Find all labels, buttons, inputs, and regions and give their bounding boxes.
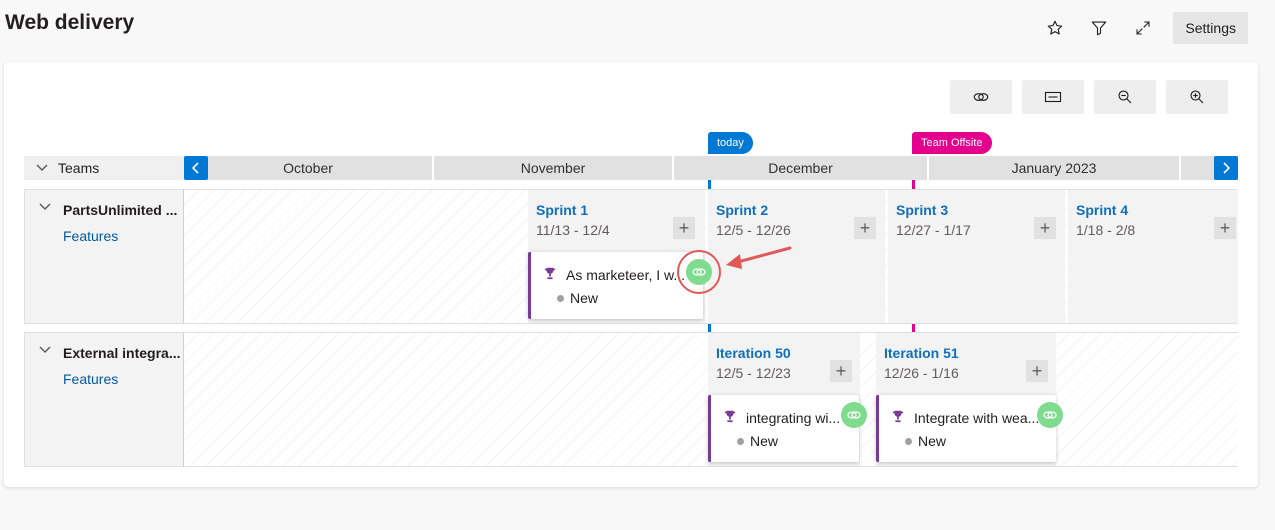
add-item-button[interactable]: + xyxy=(673,217,695,239)
team-backlog-link[interactable]: Features xyxy=(63,371,118,387)
team-name: External integra... xyxy=(63,345,181,361)
iteration-dates: 12/5 - 12/23 xyxy=(716,365,791,381)
iteration-title[interactable]: Sprint 2 xyxy=(716,202,768,218)
link-icon xyxy=(692,268,706,276)
chevron-down-icon[interactable] xyxy=(39,203,51,211)
zoom-in-icon xyxy=(1190,90,1204,104)
zoom-in-button[interactable] xyxy=(1166,80,1228,114)
zoom-out-button[interactable] xyxy=(1094,80,1156,114)
add-item-button[interactable]: + xyxy=(1026,360,1048,382)
month-november: November xyxy=(434,156,672,180)
work-item-title[interactable]: As marketeer, I w... xyxy=(566,267,685,283)
state-label: New xyxy=(570,290,599,306)
expand-icon[interactable] xyxy=(1127,12,1159,44)
state-label: New xyxy=(750,433,779,449)
teams-header[interactable]: Teams xyxy=(24,156,184,180)
month-december: December xyxy=(674,156,927,180)
offsite-line xyxy=(912,324,915,332)
work-item-card[interactable]: As marketeer, I w... New xyxy=(528,252,703,319)
dependency-link-icon xyxy=(973,93,989,101)
chevron-down-icon xyxy=(36,164,48,172)
add-item-button[interactable]: + xyxy=(854,217,876,239)
add-item-button[interactable]: + xyxy=(1034,217,1056,239)
work-item-state: New xyxy=(737,433,778,449)
team-backlog-link[interactable]: Features xyxy=(63,228,118,244)
iteration-dates: 1/18 - 2/8 xyxy=(1076,222,1136,238)
iteration-dates: 12/26 - 1/16 xyxy=(884,365,959,381)
plan-panel: today Team Offsite Teams October Novembe… xyxy=(4,62,1258,487)
work-item-state: New xyxy=(557,290,598,306)
chevron-right-icon xyxy=(1223,162,1230,174)
iteration-dates: 11/13 - 12/4 xyxy=(536,222,610,238)
iteration-title[interactable]: Sprint 1 xyxy=(536,202,588,218)
team-offsite-marker[interactable]: Team Offsite xyxy=(912,132,992,154)
annotation-arrow-icon xyxy=(726,246,792,269)
offsite-line xyxy=(912,180,915,189)
iteration-title[interactable]: Iteration 51 xyxy=(884,345,959,361)
work-item-card[interactable]: integrating wi... New xyxy=(708,395,859,462)
trophy-icon xyxy=(892,410,904,423)
work-item-title[interactable]: Integrate with wea... xyxy=(914,410,1039,426)
month-january: January 2023 xyxy=(929,156,1179,180)
favorite-star-icon[interactable] xyxy=(1039,12,1071,44)
today-line xyxy=(708,324,711,332)
zoom-out-icon xyxy=(1118,90,1132,104)
add-item-button[interactable]: + xyxy=(830,360,852,382)
team-row-partsunlimited: PartsUnlimited ... Features xyxy=(24,189,184,324)
state-dot xyxy=(737,437,744,445)
link-icon xyxy=(1043,411,1057,419)
state-dot xyxy=(905,437,912,445)
iteration-dates: 12/5 - 12/26 xyxy=(716,222,791,238)
work-item-title[interactable]: integrating wi... xyxy=(746,410,840,426)
dependency-link-button[interactable] xyxy=(950,80,1012,114)
card-fields-button[interactable] xyxy=(1022,80,1084,114)
iteration-title[interactable]: Iteration 50 xyxy=(716,345,791,361)
add-item-button[interactable]: + xyxy=(1214,217,1236,239)
timeline-next-button[interactable] xyxy=(1214,156,1238,180)
chevron-down-icon[interactable] xyxy=(39,346,51,354)
timeline-prev-button[interactable] xyxy=(184,156,208,180)
teams-header-label: Teams xyxy=(58,160,100,176)
iteration-dates: 12/27 - 1/17 xyxy=(896,222,971,238)
team-name: PartsUnlimited ... xyxy=(63,202,178,218)
plan-toolbar xyxy=(940,80,1228,114)
state-label: New xyxy=(918,433,947,449)
work-item-state: New xyxy=(905,433,946,449)
today-marker: today xyxy=(708,132,753,154)
month-october: October xyxy=(184,156,432,180)
dependency-link-badge[interactable] xyxy=(841,402,867,428)
top-actions: Settings xyxy=(1027,12,1248,44)
work-item-card[interactable]: Integrate with wea... New xyxy=(876,395,1056,462)
state-dot xyxy=(557,294,564,302)
page-title: Web delivery xyxy=(5,11,135,34)
chevron-left-icon xyxy=(192,162,199,174)
iteration-title[interactable]: Sprint 4 xyxy=(1076,202,1128,218)
trophy-icon xyxy=(544,267,556,280)
trophy-icon xyxy=(724,410,736,423)
iteration-title[interactable]: Sprint 3 xyxy=(896,202,948,218)
dependency-link-badge[interactable] xyxy=(686,259,712,285)
dependency-link-badge[interactable] xyxy=(1037,402,1063,428)
iteration-sprint-4: Sprint 4 1/18 - 2/8 + xyxy=(1068,190,1238,323)
link-icon xyxy=(847,411,861,419)
iteration-sprint-3: Sprint 3 12/27 - 1/17 + xyxy=(888,190,1065,323)
filter-icon[interactable] xyxy=(1083,12,1115,44)
month-bar: October November December January 2023 xyxy=(184,156,1238,180)
card-fields-icon xyxy=(1044,91,1062,103)
team-row-external-integration: External integra... Features xyxy=(24,332,184,467)
settings-button[interactable]: Settings xyxy=(1173,12,1248,44)
today-line xyxy=(708,180,711,189)
